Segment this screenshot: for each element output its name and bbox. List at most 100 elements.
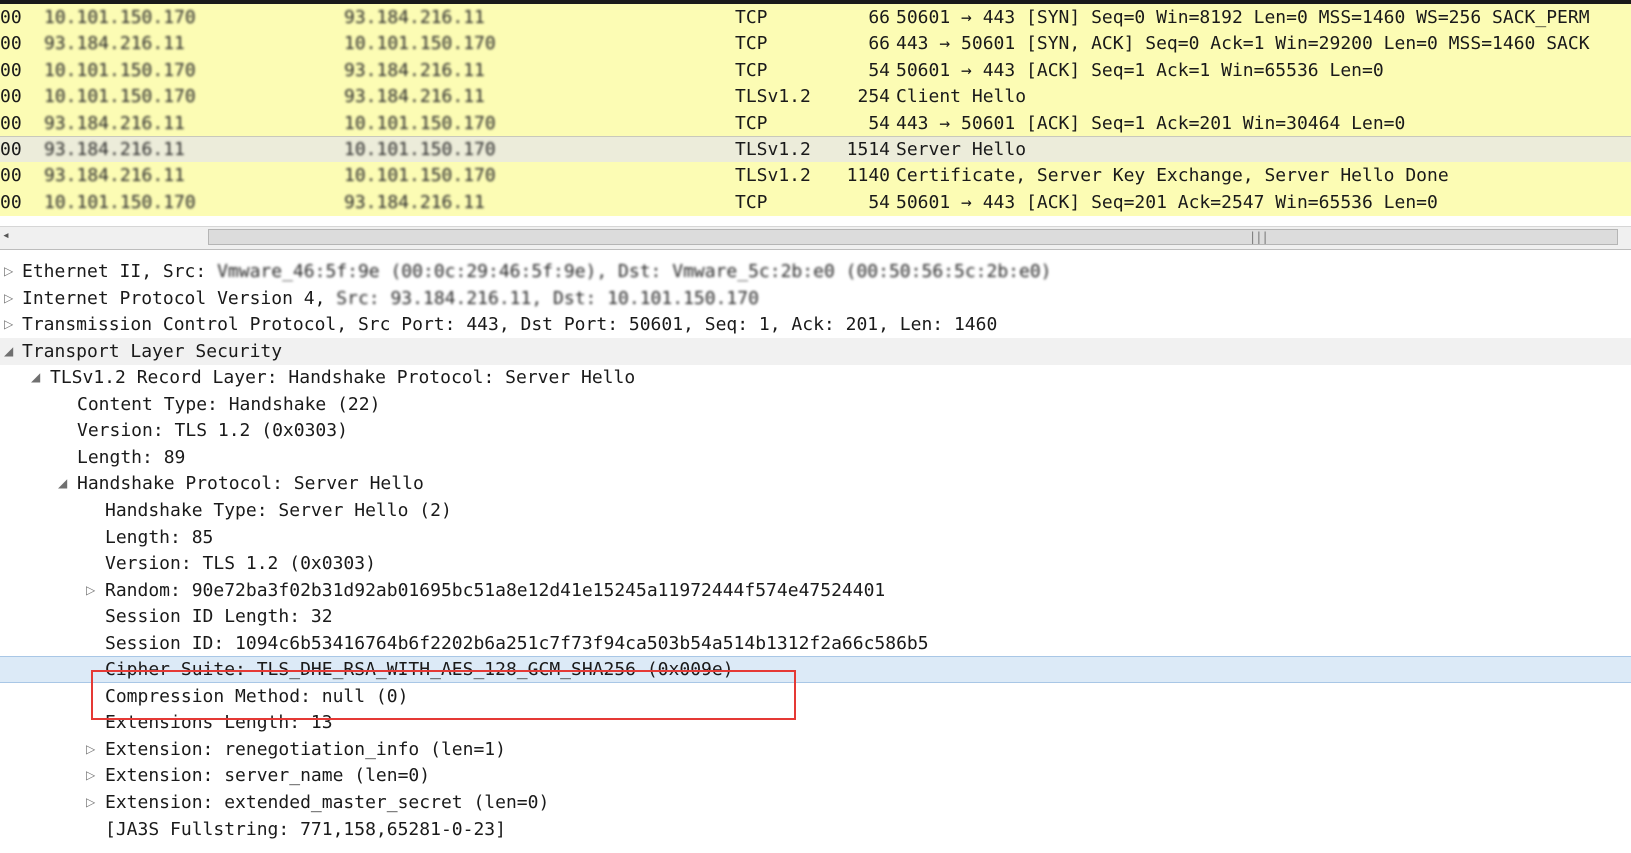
scrollbar-grip-icon: ||| [1249,230,1269,244]
detail-row-text: Length: 85 [105,526,214,548]
packet-source: 93.184.216.11 [44,139,185,160]
detail-row-text: Internet Protocol Version 4, Src: 93.184… [22,287,759,309]
detail-row-text: TLSv1.2 Record Layer: Handshake Protocol… [50,367,636,389]
packet-protocol: TCP [735,7,768,28]
packet-time: 00 [0,112,22,134]
packet-length: 1140 [846,165,890,187]
detail-row-text: Session ID Length: 32 [105,606,333,628]
packet-row[interactable]: 00 93.184.216.11 10.101.150.170 TCP 66 443 → … [0,30,1631,58]
collapse-triangle-icon[interactable]: ▷ [86,789,95,816]
packet-length: 54 [868,191,890,213]
packet-time: 00 [0,139,22,160]
detail-row[interactable]: [JA3S Fullstring: 771,158,65281-0-23] [0,816,1631,843]
packet-time: 00 [0,191,22,213]
detail-row-text: Content Type: Handshake (22) [77,393,381,415]
detail-row-text: Ethernet II, Src: Vmware_46:5f:9e (00:0c… [22,261,1052,282]
packet-source: 93.184.216.11 [44,112,185,134]
detail-row[interactable]: Handshake Type: Server Hello (2) [0,497,1631,524]
packet-time: 00 [0,7,22,28]
collapse-triangle-icon[interactable]: ▷ [4,258,13,285]
packet-row[interactable]: 00 10.101.150.170 93.184.216.11 TLSv1.2 254 C… [0,83,1631,111]
scrollbar-thumb[interactable]: ||| [208,229,1618,245]
packet-time: 00 [0,86,22,108]
packet-destination: 93.184.216.11 [344,191,485,213]
collapse-triangle-icon[interactable]: ▷ [86,762,95,789]
packet-destination: 10.101.150.170 [344,33,496,55]
packet-protocol: TCP [735,33,768,55]
scroll-left-arrow-icon[interactable]: ◂ [2,228,10,243]
packet-row[interactable]: 00 93.184.216.11 10.101.150.170 TLSv1.2 1514… [0,136,1631,163]
packet-protocol: TCP [735,191,768,213]
horizontal-scrollbar[interactable]: ◂ ||| [0,226,1631,250]
packet-protocol: TLSv1.2 [735,86,811,108]
packet-source: 93.184.216.11 [44,33,185,55]
packet-destination: 93.184.216.11 [344,7,485,28]
detail-row[interactable]: Version: TLS 1.2 (0x0303) [0,417,1631,444]
detail-row[interactable]: ▷ Extension: renegotiation_info (len=1) [0,736,1631,763]
packet-info: 50601 → 443 [ACK] Seq=201 Ack=2547 Win=6… [896,191,1438,213]
packet-row[interactable]: 00 10.101.150.170 93.184.216.11 TCP 66 50601 … [0,4,1631,31]
detail-row[interactable]: Length: 85 [0,524,1631,551]
detail-row[interactable]: Content Type: Handshake (22) [0,391,1631,418]
packet-info: Certificate, Server Key Exchange, Server… [896,165,1449,187]
packet-info: 443 → 50601 [ACK] Seq=1 Ack=201 Win=3046… [896,112,1406,134]
packet-time: 00 [0,165,22,187]
detail-row-text: Session ID: 1094c6b53416764b6f2202b6a251… [105,632,929,654]
packet-source: 10.101.150.170 [44,191,196,213]
packet-length: 54 [868,59,890,81]
detail-row[interactable]: ▷ Extension: extended_master_secret (len=… [0,789,1631,816]
packet-protocol: TCP [735,59,768,81]
packet-protocol: TLSv1.2 [735,139,811,160]
packet-info: Server Hello [896,139,1027,160]
detail-row[interactable]: ◢ TLSv1.2 Record Layer: Handshake Protoco… [0,364,1631,391]
packet-info: 50601 → 443 [ACK] Seq=1 Ack=1 Win=65536 … [896,59,1384,81]
detail-row-text: Extension: server_name (len=0) [105,765,431,787]
detail-row[interactable]: ▷ Extension: server_name (len=0) [0,762,1631,789]
detail-row[interactable]: Version: TLS 1.2 (0x0303) [0,550,1631,577]
detail-row[interactable]: ▷ Ethernet II, Src: Vmware_46:5f:9e (00:0… [0,258,1631,285]
expand-triangle-icon[interactable]: ◢ [58,470,67,497]
packet-source: 10.101.150.170 [44,86,196,108]
packet-length: 1514 [846,139,890,160]
packet-source: 93.184.216.11 [44,165,185,187]
detail-row[interactable]: Session ID: 1094c6b53416764b6f2202b6a251… [0,630,1631,657]
packet-destination: 10.101.150.170 [344,139,496,160]
collapse-triangle-icon[interactable]: ▷ [4,311,13,338]
packet-row[interactable]: 00 10.101.150.170 93.184.216.11 TCP 54 50601 … [0,188,1631,216]
detail-row[interactable]: Session ID Length: 32 [0,603,1631,630]
packet-destination: 93.184.216.11 [344,59,485,81]
detail-row-text: Version: TLS 1.2 (0x0303) [77,420,348,442]
detail-row-text: Random: 90e72ba3f02b31d92ab01695bc51a8e1… [105,579,886,601]
packet-row[interactable]: 00 93.184.216.11 10.101.150.170 TCP 54 443 → … [0,109,1631,137]
detail-row[interactable]: ◢ Transport Layer Security [0,337,1631,365]
expand-triangle-icon[interactable]: ◢ [4,338,13,365]
expand-triangle-icon[interactable]: ◢ [31,364,40,391]
detail-row[interactable]: ◢ Handshake Protocol: Server Hello [0,470,1631,497]
packet-row[interactable]: 00 10.101.150.170 93.184.216.11 TCP 54 50601 … [0,56,1631,84]
detail-row-text: Handshake Type: Server Hello (2) [105,499,452,521]
packet-info: 443 → 50601 [SYN, ACK] Seq=0 Ack=1 Win=2… [896,33,1590,55]
packet-row[interactable]: 00 93.184.216.11 10.101.150.170 TLSv1.2 1140… [0,162,1631,190]
packet-source: 10.101.150.170 [44,59,196,81]
packet-destination: 93.184.216.11 [344,86,485,108]
detail-row-text: [JA3S Fullstring: 771,158,65281-0-23] [105,818,506,840]
packet-info: 50601 → 443 [SYN] Seq=0 Win=8192 Len=0 M… [896,7,1590,28]
collapse-triangle-icon[interactable]: ▷ [86,736,95,763]
packet-length: 254 [857,86,890,108]
packet-time: 00 [0,33,22,55]
detail-row[interactable]: Length: 89 [0,444,1631,471]
packet-time: 00 [0,59,22,81]
packet-source: 10.101.150.170 [44,7,196,28]
detail-row[interactable]: ▷ Random: 90e72ba3f02b31d92ab01695bc51a8e… [0,577,1631,604]
packet-protocol: TCP [735,112,768,134]
detail-row[interactable]: ▷ Internet Protocol Version 4, Src: 93.18… [0,285,1631,312]
annotation-highlight-box [91,670,796,720]
packet-info: Client Hello [896,86,1027,108]
packet-length: 66 [868,33,890,55]
collapse-triangle-icon[interactable]: ▷ [86,577,95,604]
detail-row-text: Extension: renegotiation_info (len=1) [105,738,506,760]
collapse-triangle-icon[interactable]: ▷ [4,285,13,312]
detail-row-text: Transport Layer Security [22,340,283,362]
detail-row[interactable]: ▷ Transmission Control Protocol, Src Port… [0,311,1631,338]
packet-length: 66 [868,7,890,28]
